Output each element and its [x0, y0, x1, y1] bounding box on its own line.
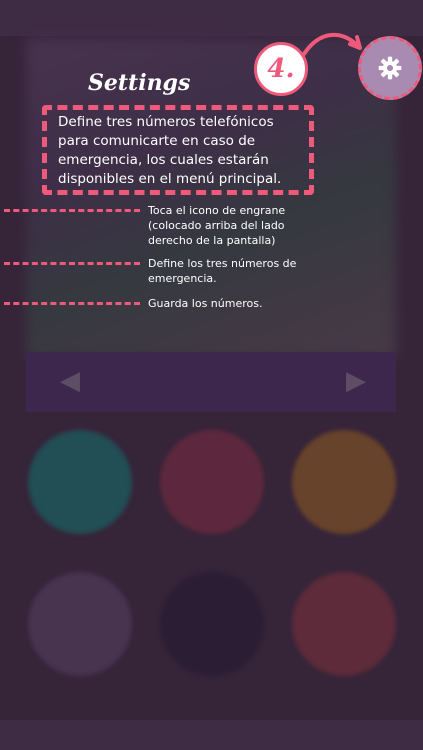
dashed-connector: [4, 209, 140, 212]
settings-gear-button[interactable]: [358, 36, 422, 100]
tutorial-title: Settings: [88, 70, 191, 96]
tutorial-description: Define tres números telefónicos para com…: [58, 114, 282, 187]
gear-icon: [378, 56, 402, 80]
dashed-connector: [4, 262, 140, 265]
dashed-connector: [4, 302, 140, 305]
instruction-text: Toca el icono de engrane (colocado arrib…: [148, 204, 286, 247]
instruction-text: Define los tres números de emergencia.: [148, 257, 297, 285]
instruction-text: Guarda los números.: [148, 297, 263, 310]
